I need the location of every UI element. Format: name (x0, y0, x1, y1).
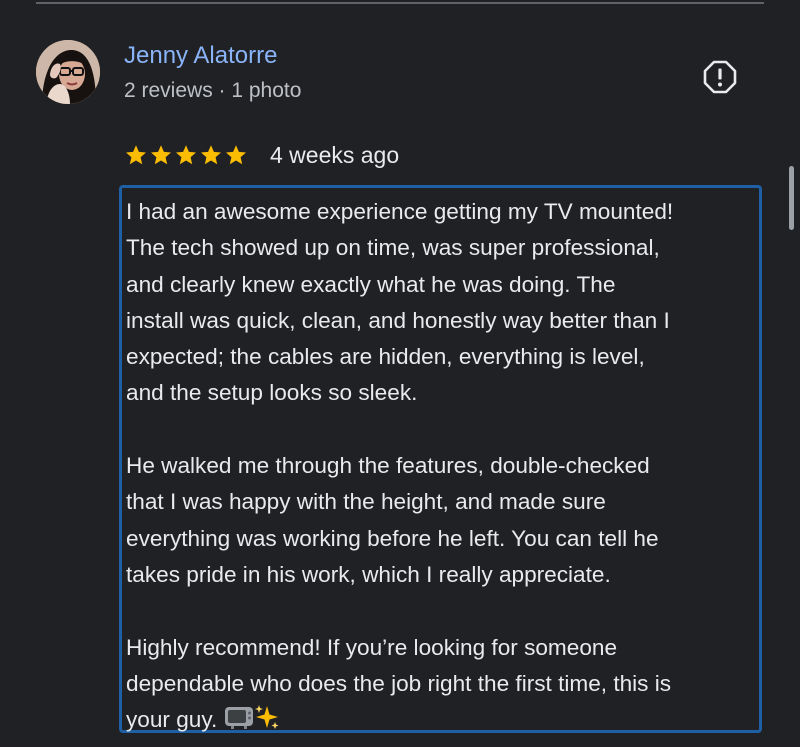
star-icon (126, 145, 146, 165)
report-button[interactable] (703, 60, 737, 94)
review-text: I had an awesome experience getting my T… (119, 185, 762, 733)
review-line: The tech showed up on time, was super pr… (126, 235, 660, 261)
review-line: He walked me through the features, doubl… (126, 453, 650, 479)
television-emoji (224, 705, 254, 741)
avatar-photo (36, 40, 100, 104)
review-paragraph-3: Highly recommend! If you’re looking for … (126, 630, 759, 742)
review-date: 4 weeks ago (270, 141, 400, 168)
avatar[interactable] (36, 40, 100, 104)
review-line: everything was working before he left. Y… (126, 525, 659, 551)
review-paragraph-2: He walked me through the features, doubl… (126, 448, 759, 593)
star-rating (124, 143, 248, 167)
review-line: I had an awesome experience getting my T… (126, 199, 674, 224)
star-icon (226, 145, 246, 165)
review-line: expected; the cables are hidden, everyth… (126, 344, 645, 370)
star-icon (176, 145, 196, 165)
review-line: your guy. (126, 707, 218, 733)
review-line: Highly recommend! If you’re looking for … (126, 634, 618, 660)
sparkles-emoji (254, 704, 280, 741)
review-line: and the setup looks so sleek. (126, 380, 418, 406)
reviewer-meta: 2 reviews · 1 photo (124, 79, 302, 102)
report-icon (703, 60, 737, 94)
review-line: install was quick, clean, and honestly w… (126, 307, 670, 333)
star-icon (201, 145, 221, 165)
review-line: dependable who does the job right the fi… (126, 670, 672, 696)
reviewer-name[interactable]: Jenny Alatorre (124, 42, 277, 70)
star-icon (151, 145, 171, 165)
top-divider (36, 2, 764, 4)
scrollbar[interactable] (789, 166, 794, 230)
review-line: and clearly knew exactly what he was doi… (126, 271, 616, 297)
review-line: that I was happy with the height, and ma… (126, 489, 606, 515)
rating-row: 4 weeks ago (124, 140, 399, 170)
review-line: takes pride in his work, which I really … (126, 561, 611, 587)
review-paragraph-1: I had an awesome experience getting my T… (126, 194, 759, 412)
